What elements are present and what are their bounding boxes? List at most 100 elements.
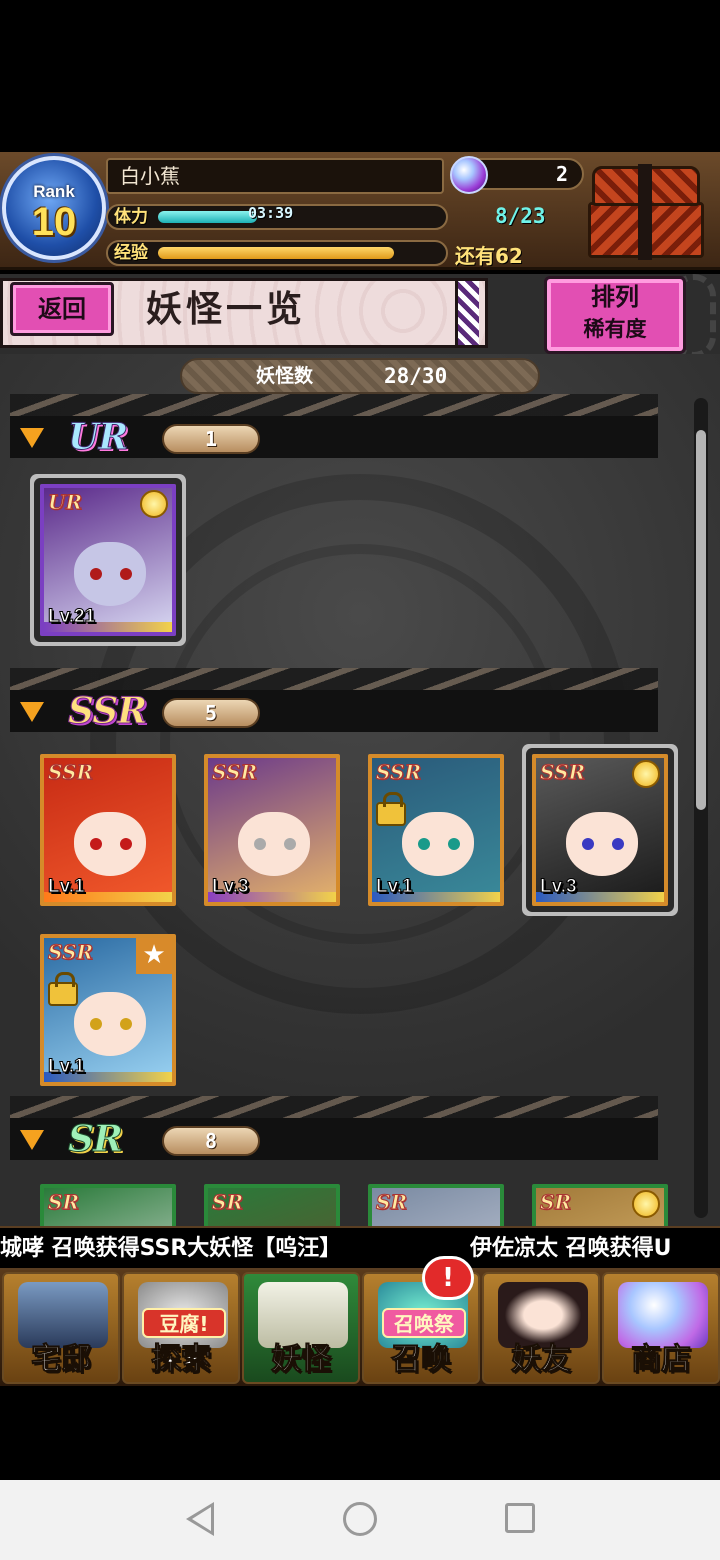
yokai-count: 妖怪数 28/30 [180,358,540,394]
card-level: Lv.3 [540,876,578,898]
yokai-card[interactable]: SSR Lv.1 [368,754,504,906]
card-level: Lv.1 [48,1056,86,1078]
collapse-triangle-icon[interactable] [20,428,44,448]
back-button[interactable]: 返回 [10,282,114,336]
portrait-eye [90,568,102,580]
card-rarity-tag: UR [47,490,83,515]
rarity-label: SR [68,1118,124,1161]
favorite-star-icon: ★ [136,938,172,974]
portrait-eye [448,838,460,850]
collapse-triangle-icon[interactable] [20,1130,44,1150]
scrollbar[interactable] [694,398,708,1218]
portrait-face [74,992,146,1056]
card-rarity-tag: SSR [539,760,586,785]
card-rarity-tag: SR [47,1190,80,1215]
player-name: 白小蕉 [106,158,444,194]
yokai-card[interactable]: SSR Lv.1 [40,754,176,906]
card-rarity-tag: SR [375,1190,408,1215]
stamina-bar: 体力 03:39 [106,204,448,230]
nav-label: 妖怪 [271,1342,332,1378]
nav-shop-orb[interactable]: 商店 [602,1272,720,1384]
yokai-count-value: 28/30 [384,364,448,388]
ticker-message: 伊佐凉太 召唤获得U [470,1236,672,1261]
portrait-face [402,812,474,876]
portrait-eye [90,838,102,850]
card-level: Lv.1 [48,876,86,898]
back-triangle-icon[interactable] [186,1502,214,1536]
chest-strap [638,164,652,260]
portrait-eye [254,838,266,850]
card-level: Lv.21 [47,606,96,628]
summon-alert-badge: ! [422,1256,474,1300]
section-header-sr[interactable]: SR 8 [10,1096,658,1166]
stamina-timer: 03:39 [248,204,294,222]
portrait-eye [120,568,132,580]
nav-label: 商店 [631,1342,692,1378]
page-title: 妖怪一览 [146,288,307,330]
exp-bar: 经验 [106,240,448,266]
gem-count: 2 [555,162,568,186]
card-level: Lv.1 [376,876,414,898]
portrait-face [566,812,638,876]
home-circle-icon[interactable] [343,1502,377,1536]
recents-square-icon[interactable] [505,1503,535,1533]
gem-counter[interactable]: 2 [450,156,584,194]
portrait-eye [120,1018,132,1030]
exp-remaining: 还有62 [455,244,523,268]
yokai-card[interactable]: SSR Lv.1 ★ [40,934,176,1086]
player-header: Rank 10 白小蕉 体力 03:39 经验 2 8/23 还有62 [0,152,720,270]
sort-button[interactable]: 排列 稀有度 [544,276,686,354]
nav-label: 宅邸 [31,1342,92,1378]
card-rarity-tag: SSR [375,760,422,785]
portrait-eye [612,838,624,850]
rarity-label: UR [67,416,128,459]
yokai-card[interactable]: SR [204,1184,340,1226]
yokai-card[interactable]: SR [40,1184,176,1226]
yokai-count-label: 妖怪数 [256,365,314,387]
exp-label: 经验 [114,243,148,263]
yokai-list[interactable]: 妖怪数 28/30 UR 1 UR Lv.21 SSR 5 SSR Lv.1 SSR Lv.3 SS… [0,354,720,1226]
yokai-card[interactable]: SSR Lv.3 [532,754,668,906]
crown-medal-icon [632,760,660,788]
yokai-card[interactable]: SR [532,1184,668,1226]
nav-friend-catgirl[interactable]: 妖友 [482,1272,600,1384]
section-header-ur[interactable]: UR 1 [10,394,658,464]
title-bar: 返回 妖怪一览 排列 稀有度 [0,274,720,358]
spirit-orb-icon [450,156,488,194]
portrait-eye [284,838,296,850]
yokai-card[interactable]: UR Lv.21 [40,484,176,636]
stamina-label: 体力 [114,207,148,227]
collapse-triangle-icon[interactable] [20,702,44,722]
treasure-chest-icon[interactable] [586,160,710,264]
card-rarity-tag: SR [211,1190,244,1215]
portrait-eye [120,838,132,850]
yokai-card[interactable]: SSR Lv.3 [204,754,340,906]
rank-value: 10 [31,200,77,244]
scrollbar-thumb[interactable] [696,430,706,810]
nav-yokai-scroll[interactable]: 妖怪 [242,1272,360,1384]
section-count: 5 [162,698,260,728]
rarity-label: SSR [67,690,147,733]
portrait-eye [418,838,430,850]
nav-house[interactable]: 宅邸 [2,1272,120,1384]
portrait-eye [582,838,594,850]
yokai-card[interactable]: SR [368,1184,504,1226]
card-rarity-tag: SSR [211,760,258,785]
card-rarity-tag: SSR [47,940,94,965]
system-nav-bar [0,1480,720,1560]
sort-mode: 稀有度 [583,317,647,341]
portrait-face [74,542,146,606]
stamina-fill [158,211,258,223]
bottom-nav: 宅邸 豆腐! 探索 妖怪 召唤祭 召唤 妖友 商店 [0,1270,720,1386]
crown-medal-icon [140,490,168,518]
lock-icon [48,972,78,1006]
rank-label: Rank [33,182,75,201]
ticker-message: 城哮 召唤获得SSR大妖怪【呜汪】 [0,1236,342,1261]
rank-badge[interactable]: Rank 10 [2,156,106,260]
title-stripes [455,281,479,345]
sort-label: 排列 [591,283,639,311]
card-rarity-tag: SSR [47,760,94,785]
nav-explore[interactable]: 豆腐! 探索 [122,1272,240,1384]
nav-label: 妖友 [511,1342,572,1378]
section-header-ssr[interactable]: SSR 5 [10,668,658,738]
